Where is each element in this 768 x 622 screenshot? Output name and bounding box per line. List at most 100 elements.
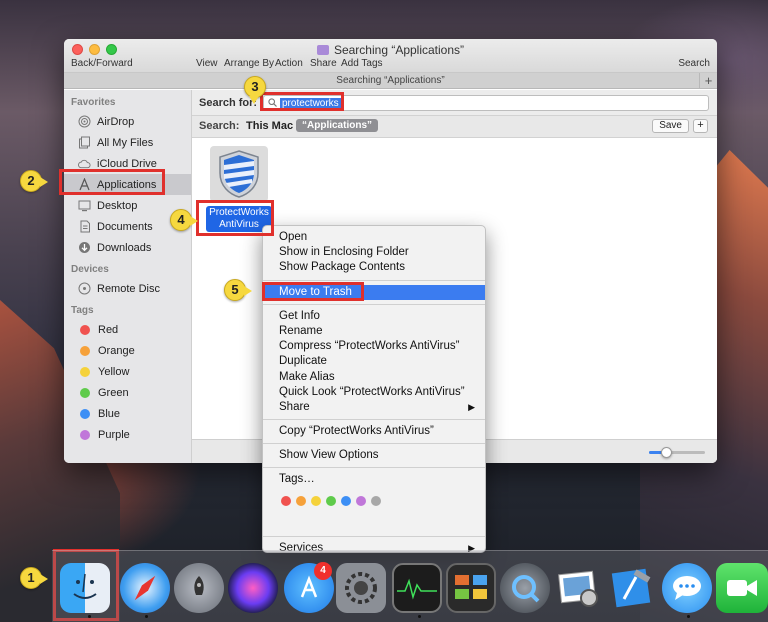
tab-bar: Searching “Applications” +	[64, 73, 717, 89]
tag-color-yellow[interactable]	[311, 495, 321, 506]
sidebar-item-tag-red[interactable]: Red	[64, 319, 191, 340]
all-files-icon	[78, 136, 91, 149]
annotation-box-applications	[59, 169, 165, 195]
window-title: Searching “Applications”	[64, 43, 717, 57]
tag-color-red[interactable]	[281, 495, 291, 506]
menu-item-share[interactable]: Share ▶	[263, 400, 485, 415]
messages-icon[interactable]	[662, 563, 712, 613]
desktop-icon	[78, 199, 91, 212]
shield-icon	[219, 150, 259, 198]
arrange-by-button[interactable]: Arrange By	[224, 58, 274, 69]
sidebar-item-all-my-files[interactable]: All My Files	[64, 132, 191, 153]
quicktime-icon[interactable]	[500, 563, 550, 613]
xcode-icon[interactable]	[608, 563, 658, 613]
sidebar-item-label: iCloud Drive	[97, 157, 157, 170]
sidebar-item-tag-green[interactable]: Green	[64, 382, 191, 403]
submenu-arrow-icon: ▶	[468, 401, 475, 412]
running-indicator	[418, 615, 421, 618]
annotation-box-move-to-trash	[262, 282, 364, 301]
sidebar-header-favorites: Favorites	[71, 97, 116, 108]
sidebar-item-tag-purple[interactable]: Purple	[64, 424, 191, 445]
menu-separator	[263, 467, 485, 469]
back-forward-button[interactable]: Back/Forward	[71, 58, 133, 69]
window-title-text: Searching “Applications”	[333, 43, 465, 57]
tag-color-blue[interactable]	[341, 495, 351, 506]
slider-knob[interactable]	[660, 447, 672, 458]
sidebar-item-label: Yellow	[98, 365, 130, 378]
menu-item-duplicate[interactable]: Duplicate	[263, 354, 485, 369]
app-store-badge: 4	[314, 562, 332, 580]
menu-separator	[263, 419, 485, 421]
launchpad-icon[interactable]	[174, 563, 224, 613]
menu-item-open[interactable]: Open	[263, 230, 485, 245]
system-preferences-icon[interactable]	[336, 563, 386, 613]
tab-title[interactable]: Searching “Applications”	[336, 75, 444, 86]
tag-color-green[interactable]	[326, 495, 336, 506]
safari-icon[interactable]	[120, 563, 170, 613]
finder-icon[interactable]	[60, 563, 110, 613]
siri-icon[interactable]	[228, 563, 278, 613]
step-callout-4: 4	[170, 209, 198, 231]
menu-item-show-view-options[interactable]: Show View Options	[263, 448, 485, 463]
view-button[interactable]: View	[196, 58, 218, 69]
action-button[interactable]: Action	[275, 58, 303, 69]
sidebar-item-remote-disc[interactable]: Remote Disc	[64, 278, 191, 299]
sidebar-header-tags: Tags	[71, 305, 94, 316]
mission-control-icon[interactable]	[446, 563, 496, 613]
icon-size-slider[interactable]	[649, 447, 705, 458]
menu-item-copy[interactable]: Copy “ProtectWorks AntiVirus”	[263, 424, 485, 439]
tag-color-gray[interactable]	[371, 495, 381, 506]
green-tag-dot	[80, 387, 90, 398]
purple-tag-dot	[80, 429, 90, 440]
scope-applications[interactable]: “Applications”	[296, 119, 379, 132]
sidebar-item-tag-blue[interactable]: Blue	[64, 403, 191, 424]
new-tab-button[interactable]: +	[699, 73, 717, 89]
sidebar-item-label: Blue	[98, 407, 121, 420]
sidebar-item-label: Orange	[98, 344, 135, 357]
menu-separator	[263, 535, 485, 537]
menu-item-get-info[interactable]: Get Info	[263, 309, 485, 324]
step-callout-3: 3	[244, 76, 266, 104]
save-search-button[interactable]: Save	[652, 119, 689, 133]
sidebar-item-label: Remote Disc	[97, 282, 160, 295]
sidebar-item-airdrop[interactable]: AirDrop	[64, 111, 191, 132]
menu-item-make-alias[interactable]: Make Alias	[263, 370, 485, 385]
documents-icon	[78, 220, 91, 233]
sidebar-item-label: Desktop	[97, 199, 138, 212]
menu-item-rename[interactable]: Rename	[263, 324, 485, 339]
titlebar: Searching “Applications” Back/Forward Vi…	[64, 39, 717, 73]
menu-item-tags[interactable]: Tags…	[263, 472, 485, 487]
menu-separator	[263, 279, 485, 281]
sidebar-item-tag-orange[interactable]: Orange	[64, 340, 191, 361]
red-tag-dot	[80, 324, 90, 335]
menu-tag-colors	[263, 494, 485, 508]
running-indicator	[145, 615, 148, 618]
menu-item-show-package-contents[interactable]: Show Package Contents	[263, 260, 485, 275]
sidebar-item-label: Red	[98, 323, 119, 336]
sidebar-item-label: Purple	[98, 428, 130, 441]
tag-color-purple[interactable]	[356, 495, 366, 506]
smart-folder-icon	[316, 45, 329, 55]
activity-monitor-icon[interactable]	[392, 563, 442, 613]
annotation-box-result	[196, 200, 274, 236]
tag-color-orange[interactable]	[296, 495, 306, 506]
sidebar-item-label: Downloads	[97, 241, 152, 254]
orange-tag-dot	[80, 345, 90, 356]
scope-label: Search:	[199, 120, 240, 132]
preview-icon[interactable]	[554, 563, 604, 613]
blue-tag-dot	[80, 408, 90, 419]
share-button[interactable]: Share	[310, 58, 337, 69]
menu-item-compress[interactable]: Compress “ProtectWorks AntiVirus”	[263, 339, 485, 354]
search-toolbar-button[interactable]: Search	[678, 58, 710, 69]
context-menu: Open Show in Enclosing Folder Show Packa…	[262, 225, 486, 554]
menu-item-show-in-enclosing-folder[interactable]: Show in Enclosing Folder	[263, 245, 485, 260]
add-criteria-button[interactable]: +	[693, 119, 708, 133]
menu-item-quick-look[interactable]: Quick Look “ProtectWorks AntiVirus”	[263, 385, 485, 400]
sidebar-item-tag-yellow[interactable]: Yellow	[64, 361, 191, 382]
scope-this-mac[interactable]: This Mac	[246, 120, 293, 132]
add-tags-button[interactable]: Add Tags	[341, 58, 383, 69]
disc-icon	[78, 282, 91, 295]
sidebar-item-downloads[interactable]: Downloads	[64, 237, 191, 258]
facetime-icon[interactable]	[716, 563, 768, 613]
downloads-icon	[78, 241, 91, 254]
